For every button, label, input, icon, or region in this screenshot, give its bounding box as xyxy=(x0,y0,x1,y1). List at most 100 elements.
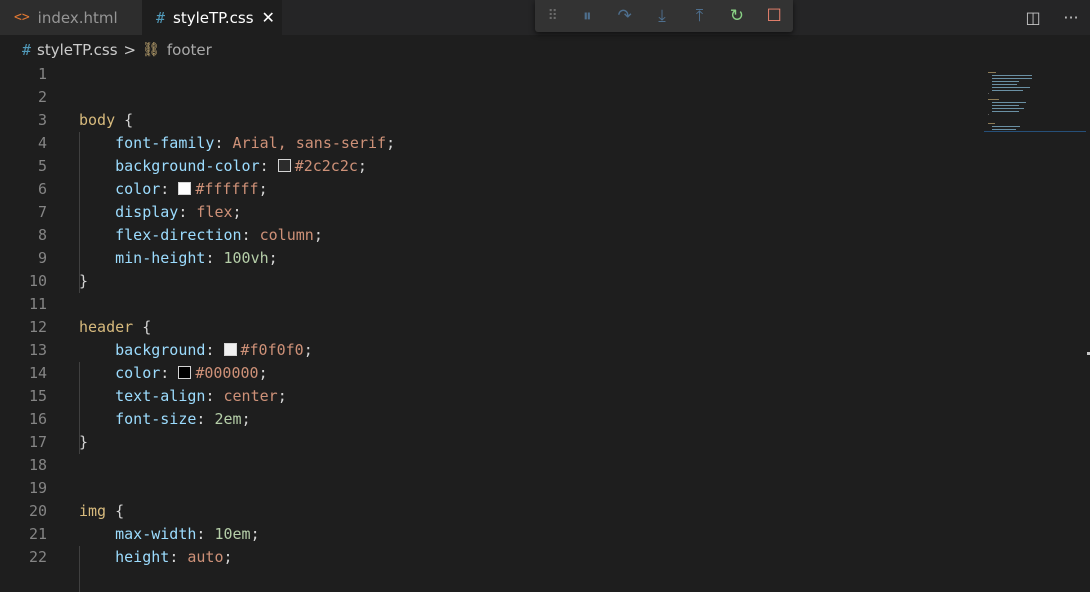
color-swatch[interactable] xyxy=(178,182,192,195)
code-line[interactable]: 13 background: #f0f0f0; xyxy=(0,339,980,362)
minimap-line xyxy=(992,90,1023,91)
code-line[interactable]: 1 xyxy=(0,63,980,86)
css-value: column xyxy=(259,226,314,244)
breadcrumb-file[interactable]: styleTP.css xyxy=(37,41,118,59)
minimap-line xyxy=(992,111,1019,112)
step-over-icon[interactable]: ↷ xyxy=(606,6,643,26)
line-number: 17 xyxy=(28,433,47,451)
color-swatch[interactable] xyxy=(223,343,237,356)
line-number: 14 xyxy=(28,364,47,382)
step-out-icon[interactable]: ⤒ xyxy=(681,6,718,26)
chevron-right-icon: > xyxy=(123,41,137,59)
indent-guide xyxy=(79,362,80,454)
minimap-line xyxy=(988,123,995,124)
code-line[interactable]: 18 xyxy=(0,454,980,477)
css-property: display xyxy=(115,203,179,221)
drag-grip-icon[interactable]: ⠿ xyxy=(535,8,568,24)
css-value: 2em xyxy=(214,410,242,428)
close-icon[interactable]: ✕ xyxy=(262,8,275,27)
line-source: min-height: 100vh; xyxy=(115,249,278,267)
tab-style-css[interactable]: # styleTP.css ✕ xyxy=(142,0,282,35)
line-number: 10 xyxy=(28,272,47,290)
code-line[interactable]: 19 xyxy=(0,477,980,500)
line-number: 8 xyxy=(37,226,47,244)
css-hash-icon: # xyxy=(22,41,32,59)
minimap-line xyxy=(992,78,1032,79)
line-source: flex-direction: column; xyxy=(115,226,323,244)
css-selector: img xyxy=(79,502,107,520)
css-property: font-size xyxy=(115,410,197,428)
breadcrumb: # styleTP.css > ⛓ footer xyxy=(0,38,212,62)
css-value: auto xyxy=(187,548,224,566)
css-property: max-width xyxy=(115,525,197,543)
line-source: font-family: Arial, sans-serif; xyxy=(115,134,396,152)
minimap-line xyxy=(992,108,1025,109)
line-source: background: #f0f0f0; xyxy=(115,341,313,359)
code-line[interactable]: 22 height: auto; xyxy=(0,546,980,569)
line-source: color: #ffffff; xyxy=(115,180,268,198)
minimap-line xyxy=(988,114,990,115)
color-swatch[interactable] xyxy=(277,159,291,172)
stop-icon[interactable]: ☐ xyxy=(756,6,793,26)
line-number: 4 xyxy=(37,134,47,152)
line-source: background-color: #2c2c2c; xyxy=(115,157,367,175)
code-line[interactable]: 7 display: flex; xyxy=(0,201,980,224)
css-property: background xyxy=(115,341,206,359)
close-brace: } xyxy=(79,433,89,451)
line-source: text-align: center; xyxy=(115,387,287,405)
code-line[interactable]: 17} xyxy=(0,431,980,454)
restart-icon[interactable]: ↻ xyxy=(718,6,755,26)
line-source: header { xyxy=(79,316,151,339)
split-editor-icon[interactable]: ◫ xyxy=(1014,8,1052,27)
html-code-icon: <> xyxy=(14,10,30,25)
tab-label: index.html xyxy=(37,8,118,27)
symbol-class-icon: ⛓ xyxy=(142,42,160,58)
code-editor[interactable]: 1 2 3 body {4 font-family: Arial, sans-seri… xyxy=(0,62,1090,592)
minimap[interactable] xyxy=(984,62,1086,142)
code-line[interactable]: 5 background-color: #2c2c2c; xyxy=(0,155,980,178)
breadcrumb-symbol[interactable]: footer xyxy=(167,41,212,59)
more-actions-icon[interactable]: ··· xyxy=(1052,8,1090,27)
css-value: #2c2c2c xyxy=(294,157,358,175)
css-property: color xyxy=(115,364,161,382)
tab-index-html[interactable]: <> index.html xyxy=(0,0,142,35)
code-line[interactable]: 15 text-align: center; xyxy=(0,385,980,408)
minimap-line xyxy=(992,102,1026,103)
line-number: 2 xyxy=(37,88,47,106)
code-line[interactable]: 12 header { xyxy=(0,316,980,339)
pause-icon[interactable]: ⏸ xyxy=(568,6,605,26)
indent-guide xyxy=(79,132,80,293)
debug-toolbar: ⠿ ⏸ ↷ ⤓ ⤒ ↻ ☐ xyxy=(535,0,793,32)
code-line[interactable]: 6 color: #ffffff; xyxy=(0,178,980,201)
line-source: } xyxy=(79,431,88,454)
code-line[interactable]: 4 font-family: Arial, sans-serif; xyxy=(0,132,980,155)
code-line[interactable]: 9 min-height: 100vh; xyxy=(0,247,980,270)
line-number: 15 xyxy=(28,387,47,405)
css-value: flex xyxy=(196,203,233,221)
line-source: height: auto; xyxy=(115,548,233,566)
line-source: max-width: 10em; xyxy=(115,525,260,543)
line-source: font-size: 2em; xyxy=(115,410,251,428)
code-line[interactable]: 14 color: #000000; xyxy=(0,362,980,385)
minimap-line xyxy=(992,84,1018,85)
css-selector: header xyxy=(79,318,134,336)
line-number: 19 xyxy=(28,479,47,497)
code-line[interactable]: 21 max-width: 10em; xyxy=(0,523,980,546)
css-property: color xyxy=(115,180,161,198)
code-line[interactable]: 20 img { xyxy=(0,500,980,523)
css-property: background-color xyxy=(115,157,260,175)
step-into-icon[interactable]: ⤓ xyxy=(643,6,680,26)
line-number: 6 xyxy=(37,180,47,198)
code-line[interactable]: 2 xyxy=(0,86,980,109)
open-brace: { xyxy=(133,318,152,336)
line-number: 3 xyxy=(37,111,47,129)
code-line[interactable]: 11 xyxy=(0,293,980,316)
line-source: color: #000000; xyxy=(115,364,268,382)
code-line[interactable]: 10} xyxy=(0,270,980,293)
code-line[interactable]: 3 body { xyxy=(0,109,980,132)
line-number: 7 xyxy=(37,203,47,221)
code-line[interactable]: 16 font-size: 2em; xyxy=(0,408,980,431)
line-number: 22 xyxy=(28,548,47,566)
code-line[interactable]: 8 flex-direction: column; xyxy=(0,224,980,247)
color-swatch[interactable] xyxy=(178,366,192,379)
